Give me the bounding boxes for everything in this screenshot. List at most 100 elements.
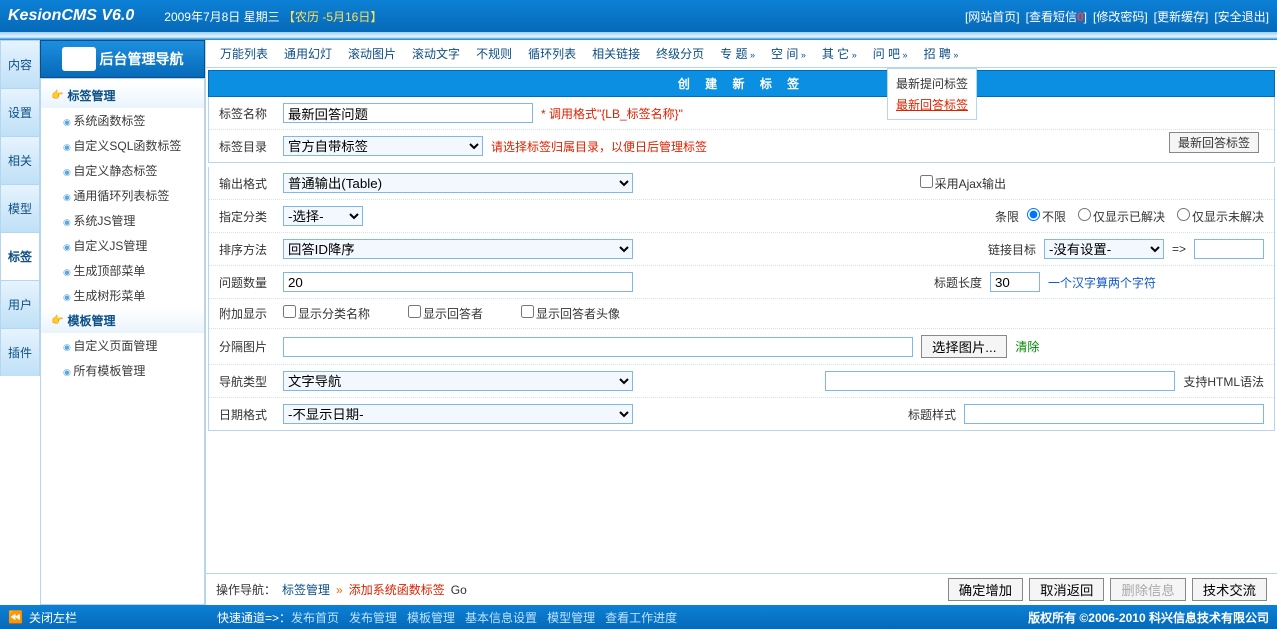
menu-item[interactable]: 系统JS管理 xyxy=(41,208,204,233)
btn-cancel-back[interactable]: 取消返回 xyxy=(1029,578,1104,601)
btn-delete[interactable]: 删除信息 xyxy=(1110,578,1185,601)
side-tab-settings[interactable]: 设置 xyxy=(0,88,40,136)
side-tab-model[interactable]: 模型 xyxy=(0,184,40,232)
btn-choose-img[interactable]: 选择图片... xyxy=(921,335,1007,358)
btn-tech[interactable]: 技术交流 xyxy=(1192,578,1267,601)
tab-paging[interactable]: 终级分页 xyxy=(648,45,712,62)
label-qcount: 问题数量 xyxy=(219,274,275,291)
btn-confirm-add[interactable]: 确定增加 xyxy=(948,578,1023,601)
menu-item[interactable]: 自定义JS管理 xyxy=(41,233,204,258)
checkbox-show-cat[interactable]: 显示分类名称 xyxy=(283,305,370,322)
menu-item[interactable]: 通用循环列表标签 xyxy=(41,183,204,208)
quick-link[interactable]: 基本信息设置 xyxy=(465,609,537,626)
side-tab-plugin[interactable]: 插件 xyxy=(0,328,40,376)
tab-special[interactable]: 专 题 xyxy=(712,45,763,62)
input-sep-img[interactable] xyxy=(283,337,913,357)
quick-link[interactable]: 发布管理 xyxy=(349,609,397,626)
close-left-icon[interactable]: ⏪ xyxy=(8,610,23,624)
select-output[interactable]: 普通输出(Table) xyxy=(283,173,633,193)
close-left-panel[interactable]: 关闭左栏 xyxy=(29,609,77,626)
select-navtype[interactable]: 文字导航 xyxy=(283,371,633,391)
bc-tagmgmt[interactable]: 标签管理 xyxy=(282,581,330,598)
checkbox-show-ans[interactable]: 显示回答者 xyxy=(408,305,483,322)
tab-space[interactable]: 空 间 xyxy=(763,45,814,62)
quick-link[interactable]: 查看工作进度 xyxy=(605,609,677,626)
select-sort[interactable]: 回答ID降序 xyxy=(283,239,633,259)
input-nav-extra[interactable] xyxy=(825,371,1175,391)
link-cache[interactable]: [更新缓存] xyxy=(1154,8,1209,25)
side-tab-user[interactable]: 用户 xyxy=(0,280,40,328)
menu-group-tags[interactable]: 标签管理 xyxy=(41,83,204,108)
latest-answer-button[interactable]: 最新回答标签 xyxy=(1169,132,1259,153)
popup-item-latest-question[interactable]: 最新提问标签 xyxy=(896,73,968,94)
select-datefmt[interactable]: -不显示日期- xyxy=(283,404,633,424)
side-tab-content[interactable]: 内容 xyxy=(0,40,40,88)
radio-solved[interactable]: 仅显示已解决 xyxy=(1078,208,1165,225)
select-linktarget[interactable]: -没有设置- xyxy=(1044,239,1164,259)
tab-job[interactable]: 招 聘 xyxy=(916,45,967,62)
menu-item[interactable]: 系统函数标签 xyxy=(41,108,204,133)
menu-item[interactable]: 生成树形菜单 xyxy=(41,283,204,308)
link-home[interactable]: [网站首页] xyxy=(965,8,1020,25)
top-header: KesionCMS V6.0 2009年7月8日 星期三 【农历 -5月16日】… xyxy=(0,0,1277,32)
footer: ⏪ 关闭左栏 快速通道=>： 发布首页 发布管理 模板管理 基本信息设置 模型管… xyxy=(0,605,1277,629)
quick-link[interactable]: 发布首页 xyxy=(291,609,339,626)
menu-item[interactable]: 自定义SQL函数标签 xyxy=(41,133,204,158)
nav-title: 后台管理导航 xyxy=(40,40,205,78)
tab-irregular[interactable]: 不规则 xyxy=(468,45,520,62)
hint-tagname: * 调用格式"{LB_标签名称}" xyxy=(541,105,683,122)
input-linktarget-extra[interactable] xyxy=(1194,239,1264,259)
menu-item[interactable]: 所有模板管理 xyxy=(41,358,204,383)
menu-item[interactable]: 生成顶部菜单 xyxy=(41,258,204,283)
input-tagname[interactable] xyxy=(283,103,533,123)
hint-html: 支持HTML语法 xyxy=(1183,373,1264,390)
tab-scroll-text[interactable]: 滚动文字 xyxy=(404,45,468,62)
label-output: 输出格式 xyxy=(219,175,275,192)
menu-group-templates[interactable]: 模板管理 xyxy=(41,308,204,333)
section-title: 创 建 新 标 签 xyxy=(208,70,1275,97)
tab-other[interactable]: 其 它 xyxy=(814,45,865,62)
quick-link[interactable]: 模型管理 xyxy=(547,609,595,626)
tab-slides[interactable]: 通用幻灯 xyxy=(276,45,340,62)
side-tab-tag[interactable]: 标签 xyxy=(0,232,40,280)
menu-item[interactable]: 自定义页面管理 xyxy=(41,333,204,358)
tab-ask[interactable]: 问 吧 xyxy=(865,45,916,62)
label-tagdir: 标签目录 xyxy=(219,138,275,155)
tab-related-links[interactable]: 相关链接 xyxy=(584,45,648,62)
link-exit[interactable]: [安全退出] xyxy=(1214,8,1269,25)
label-extra: 附加显示 xyxy=(219,305,275,322)
tab-loop-list[interactable]: 循环列表 xyxy=(520,45,584,62)
arrow-icon: » xyxy=(336,583,343,597)
link-clear-img[interactable]: 清除 xyxy=(1015,338,1039,355)
label-datefmt: 日期格式 xyxy=(219,406,275,423)
checkbox-show-avatar[interactable]: 显示回答者头像 xyxy=(521,305,620,322)
checkbox-ajax[interactable]: 采用Ajax输出 xyxy=(920,175,1006,192)
label-title-style: 标题样式 xyxy=(908,406,956,423)
radio-unsolved[interactable]: 仅显示未解决 xyxy=(1177,208,1264,225)
menu-item[interactable]: 自定义静态标签 xyxy=(41,158,204,183)
copyright: 版权所有 ©2006-2010 科兴信息技术有限公司 xyxy=(1028,609,1269,626)
label-titlelen: 标题长度 xyxy=(934,274,982,291)
link-password[interactable]: [修改密码] xyxy=(1093,8,1148,25)
link-sms[interactable]: [查看短信0] xyxy=(1026,8,1087,25)
input-qcount[interactable] xyxy=(283,272,633,292)
tab-universal-list[interactable]: 万能列表 xyxy=(212,45,276,62)
app-logo: KesionCMS V6.0 xyxy=(8,7,134,25)
side-tab-related[interactable]: 相关 xyxy=(0,136,40,184)
popup-item-latest-answer[interactable]: 最新回答标签 xyxy=(896,94,968,115)
select-category[interactable]: -选择- xyxy=(283,206,363,226)
select-tagdir[interactable]: 官方自带标签 xyxy=(283,136,483,156)
label-linktarget: 链接目标 xyxy=(988,241,1036,258)
label-category: 指定分类 xyxy=(219,208,275,225)
label-sort: 排序方法 xyxy=(219,241,275,258)
quick-link[interactable]: 模板管理 xyxy=(407,609,455,626)
side-tabs: 内容 设置 相关 模型 标签 用户 插件 xyxy=(0,40,40,605)
dropdown-popup: 最新提问标签 最新回答标签 xyxy=(887,68,977,120)
radio-unlimited[interactable]: 不限 xyxy=(1027,208,1066,225)
breadcrumb: 操作导航： 标签管理 » 添加系统函数标签Go 确定增加 取消返回 删除信息 技… xyxy=(206,573,1277,605)
input-title-style[interactable] xyxy=(964,404,1264,424)
bc-add-systag[interactable]: 添加系统函数标签 xyxy=(349,581,445,598)
input-titlelen[interactable] xyxy=(990,272,1040,292)
tab-scroll-img[interactable]: 滚动图片 xyxy=(340,45,404,62)
main-tabs: 万能列表 通用幻灯 滚动图片 滚动文字 不规则 循环列表 相关链接 终级分页 专… xyxy=(206,40,1277,68)
